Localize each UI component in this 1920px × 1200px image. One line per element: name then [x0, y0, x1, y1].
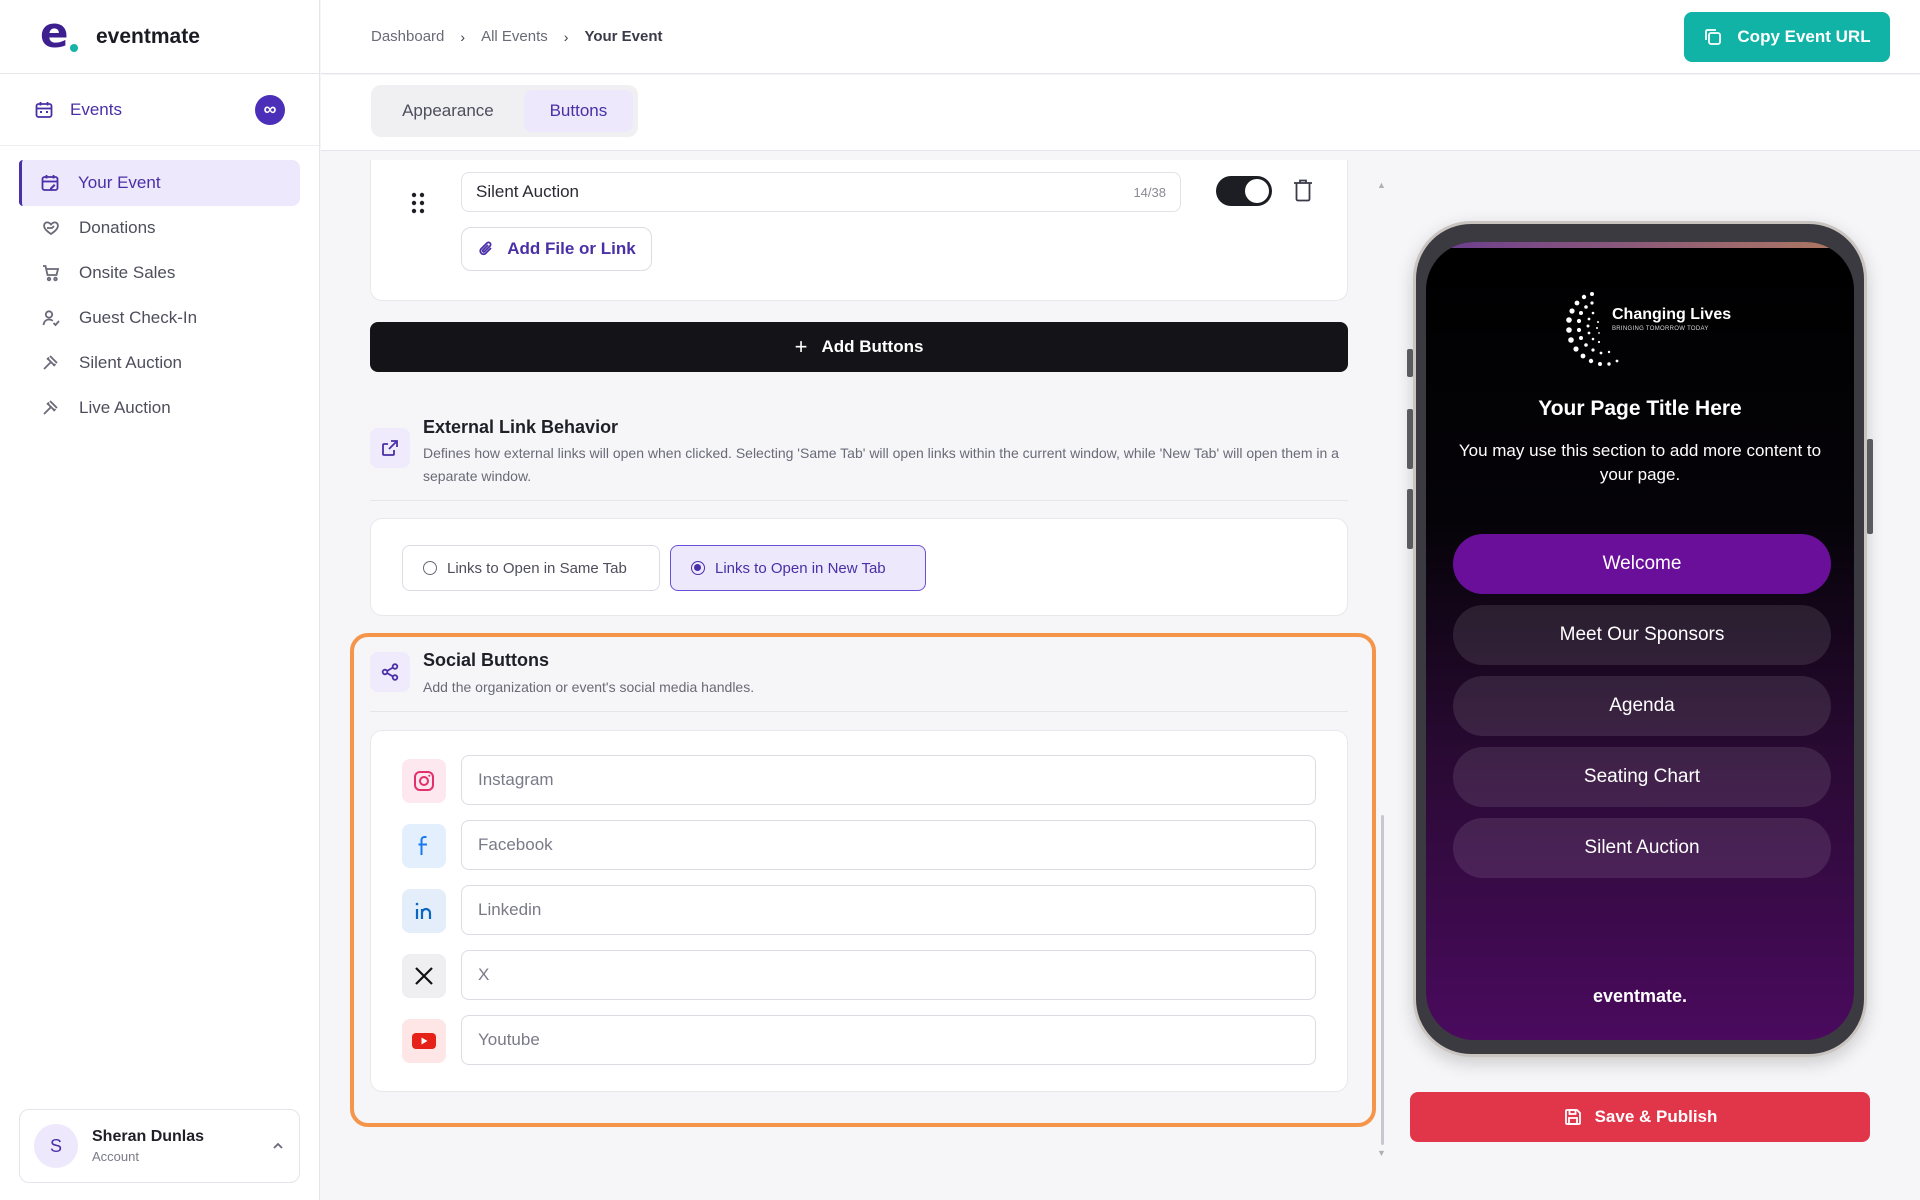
radio-unselected-icon	[423, 561, 437, 575]
account-role: Account	[92, 1149, 139, 1164]
heart-hand-icon	[43, 221, 59, 236]
changing-lives-logo: Changing Lives BRINGING TOMORROW TODAY	[1564, 286, 1731, 374]
account-menu[interactable]: S Sheran Dunlas Account	[19, 1109, 300, 1183]
phone-side-button	[1407, 349, 1413, 377]
user-check-icon	[42, 310, 60, 327]
sidebar-nav: Your Event Donations Onsite Sales Guest …	[0, 160, 319, 430]
phone-side-button	[1407, 489, 1413, 549]
preview-footer-brand: eventmate.	[1592, 986, 1688, 1006]
sidebar-item-your-event[interactable]: Your Event	[19, 160, 300, 206]
external-link-title: External Link Behavior	[423, 417, 619, 437]
sidebar-item-live-auction[interactable]: Live Auction	[19, 386, 300, 430]
breadcrumb-all-events[interactable]: All Events	[481, 28, 548, 45]
sidebar-events-header[interactable]: Events ∞	[0, 74, 319, 146]
char-count: 14/38	[1133, 184, 1166, 200]
tab-buttons[interactable]: Buttons	[523, 90, 633, 132]
sidebar-item-label: Donations	[79, 218, 156, 237]
top-bar: Dashboard › All Events › Your Event Copy…	[321, 0, 1920, 74]
breadcrumb-dashboard[interactable]: Dashboard	[371, 28, 444, 45]
plus-icon: +	[794, 334, 808, 359]
gavel-icon	[43, 400, 58, 415]
button-name-value: Silent Auction	[476, 182, 580, 201]
preview-button-welcome[interactable]: Welcome	[1453, 534, 1831, 594]
scroll-up-arrow-icon[interactable]: ▲	[1377, 180, 1386, 190]
copy-icon	[1705, 29, 1722, 45]
sidebar-item-onsite-sales[interactable]: Onsite Sales	[19, 251, 300, 295]
save-icon	[1564, 1109, 1581, 1125]
add-buttons-label: Add Buttons	[821, 337, 924, 356]
add-buttons-button[interactable]: + Add Buttons	[370, 322, 1348, 372]
screen-top-accent	[1426, 242, 1854, 248]
social-section-highlight	[350, 633, 1376, 1127]
button-item-card: Silent Auction 14/38 Add File or Link	[370, 160, 1348, 301]
tab-group: Appearance Buttons	[371, 85, 638, 137]
save-publish-label: Save & Publish	[1594, 1107, 1718, 1126]
phone-preview: Changing Lives BRINGING TOMORROW TODAY Y…	[1407, 221, 1873, 1057]
infinity-badge[interactable]: ∞	[255, 94, 285, 125]
sidebar-item-label: Onsite Sales	[79, 263, 176, 282]
new-tab-option[interactable]: Links to Open in New Tab	[670, 545, 926, 591]
preview-page-title: Your Page Title Here	[1538, 397, 1742, 420]
chevron-right-icon: ›	[563, 28, 569, 45]
copy-event-url-button[interactable]: Copy Event URL	[1684, 12, 1890, 62]
cart-icon	[43, 265, 60, 282]
button-enabled-toggle[interactable]	[1216, 176, 1272, 206]
preview-page-subtitle: You may use this section to add more con…	[1458, 441, 1822, 484]
add-file-or-link-button[interactable]: Add File or Link	[461, 227, 652, 271]
preview-button-seating-chart[interactable]: Seating Chart	[1453, 747, 1831, 807]
avatar: S	[34, 1124, 78, 1168]
events-label: Events	[70, 99, 122, 119]
calendar-icon	[35, 101, 53, 118]
gavel-icon	[43, 355, 58, 370]
preview-button-sponsors[interactable]: Meet Our Sponsors	[1453, 605, 1831, 665]
sidebar-item-label: Live Auction	[79, 398, 171, 417]
sidebar: e eventmate Events ∞ Your Event Donation…	[0, 0, 320, 1200]
brand-name: eventmate	[96, 24, 200, 48]
external-link-icon	[370, 428, 410, 468]
account-name: Sheran Dunlas	[92, 1128, 205, 1145]
brand[interactable]: e eventmate	[0, 0, 319, 74]
sidebar-item-donations[interactable]: Donations	[19, 206, 300, 250]
phone-screen: Changing Lives BRINGING TOMORROW TODAY Y…	[1426, 242, 1854, 1040]
drag-handle-icon[interactable]	[411, 192, 425, 214]
new-tab-label: Links to Open in New Tab	[715, 559, 886, 577]
eventmate-logo-icon: e	[40, 11, 78, 56]
paperclip-icon	[479, 241, 492, 256]
chevron-right-icon: ›	[460, 28, 466, 45]
scroll-down-arrow-icon[interactable]: ▼	[1377, 1148, 1386, 1158]
preview-button-agenda[interactable]: Agenda	[1453, 676, 1831, 736]
calendar-edit-icon	[41, 175, 59, 191]
radio-selected-icon	[691, 561, 705, 575]
sidebar-item-silent-auction[interactable]: Silent Auction	[19, 341, 300, 385]
preview-button-silent-auction[interactable]: Silent Auction	[1453, 818, 1831, 878]
chevron-up-icon[interactable]	[271, 1139, 285, 1153]
tab-appearance[interactable]: Appearance	[376, 90, 520, 132]
copy-event-url-label: Copy Event URL	[1737, 27, 1871, 46]
sidebar-item-label: Your Event	[78, 173, 161, 192]
breadcrumb: Dashboard › All Events › Your Event	[371, 28, 663, 45]
phone-side-button	[1407, 409, 1413, 469]
scrollbar-thumb[interactable]	[1381, 815, 1384, 1145]
phone-side-button	[1867, 439, 1873, 534]
logo-title: Changing Lives	[1612, 306, 1732, 323]
link-behavior-card: Links to Open in Same Tab Links to Open …	[370, 518, 1348, 616]
logo-subtitle: BRINGING TOMORROW TODAY	[1612, 326, 1709, 332]
same-tab-label: Links to Open in Same Tab	[447, 559, 627, 577]
breadcrumb-current: Your Event	[584, 28, 663, 45]
sidebar-item-label: Guest Check-In	[79, 308, 198, 327]
sidebar-item-guest-check-in[interactable]: Guest Check-In	[19, 296, 300, 340]
sidebar-item-label: Silent Auction	[79, 353, 183, 372]
external-link-description: Defines how external links will open whe…	[423, 445, 1339, 484]
tabs-bar: Appearance Buttons	[321, 75, 1920, 151]
trash-icon[interactable]	[1292, 178, 1314, 202]
divider	[370, 500, 1348, 501]
button-name-input[interactable]: Silent Auction 14/38	[461, 172, 1181, 212]
external-link-section-header: External Link Behavior Defines how exter…	[370, 413, 1348, 493]
add-file-label: Add File or Link	[507, 239, 636, 258]
same-tab-option[interactable]: Links to Open in Same Tab	[402, 545, 660, 591]
save-publish-button[interactable]: Save & Publish	[1410, 1092, 1870, 1142]
